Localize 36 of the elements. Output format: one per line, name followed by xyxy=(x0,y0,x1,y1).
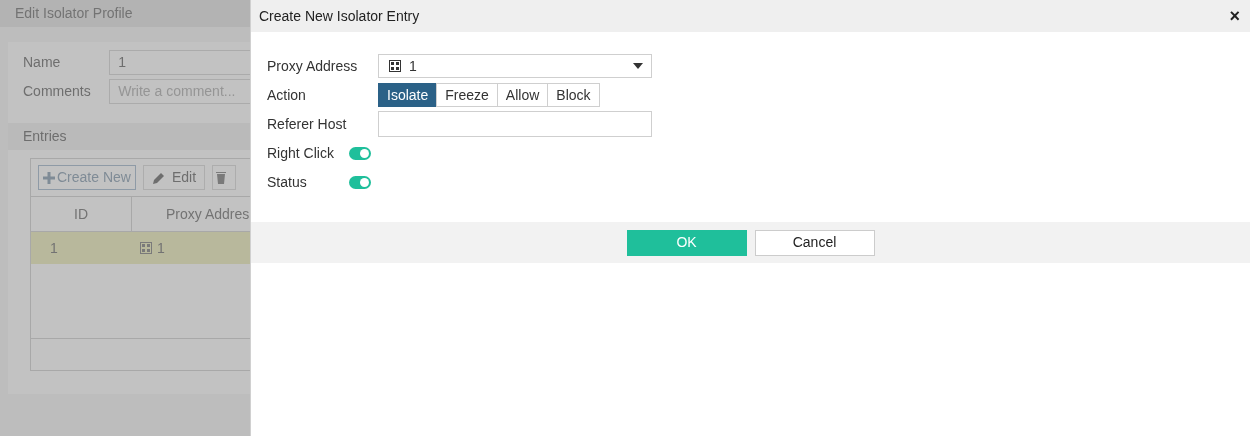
field-label: Referer Host xyxy=(267,114,348,134)
field-label: Comments xyxy=(23,82,92,101)
table-row[interactable]: 1 1 xyxy=(31,232,250,264)
caret-icon xyxy=(633,63,643,69)
toggle-switch[interactable] xyxy=(349,146,371,160)
text-field[interactable]: 1 xyxy=(109,50,250,75)
close-button[interactable]: × xyxy=(1229,7,1240,25)
action-option[interactable]: Freeze xyxy=(436,83,498,107)
ok-button[interactable]: OK xyxy=(626,229,747,256)
toggle-label: Status xyxy=(267,172,308,192)
proxy-address-dropdown[interactable]: 1 xyxy=(378,54,652,78)
table-cell-text: 1 xyxy=(49,238,59,258)
cancel-button[interactable]: Cancel xyxy=(754,229,875,256)
toggle-label: Right Click xyxy=(267,143,335,163)
address-object-icon xyxy=(389,60,401,72)
action-option[interactable]: Isolate xyxy=(378,83,438,107)
edit-button[interactable]: Edit xyxy=(142,165,206,190)
action-option[interactable]: Block xyxy=(547,83,600,107)
field-label: Action xyxy=(267,85,307,105)
field-label: Name xyxy=(23,53,62,72)
column-header[interactable]: Proxy Addres xyxy=(132,197,250,231)
field-label: Proxy Address xyxy=(267,56,359,76)
referer-host-field[interactable] xyxy=(378,111,652,137)
toggle-switch[interactable] xyxy=(349,175,371,189)
action-option[interactable]: Allow xyxy=(496,83,549,107)
column-header[interactable]: ID xyxy=(31,197,132,231)
table-cell-text: 1 xyxy=(157,238,165,258)
trash-icon xyxy=(216,171,227,184)
delete-button[interactable] xyxy=(212,165,237,190)
plus-icon xyxy=(43,171,55,184)
section-header: Entries xyxy=(8,123,250,150)
page-header: Edit Isolator Profile xyxy=(0,0,250,27)
address-object-icon xyxy=(140,242,152,254)
create-new-button[interactable]: Create New xyxy=(38,165,136,190)
dialog-title: Create New Isolator Entry xyxy=(259,6,420,26)
pencil-icon xyxy=(151,170,166,185)
